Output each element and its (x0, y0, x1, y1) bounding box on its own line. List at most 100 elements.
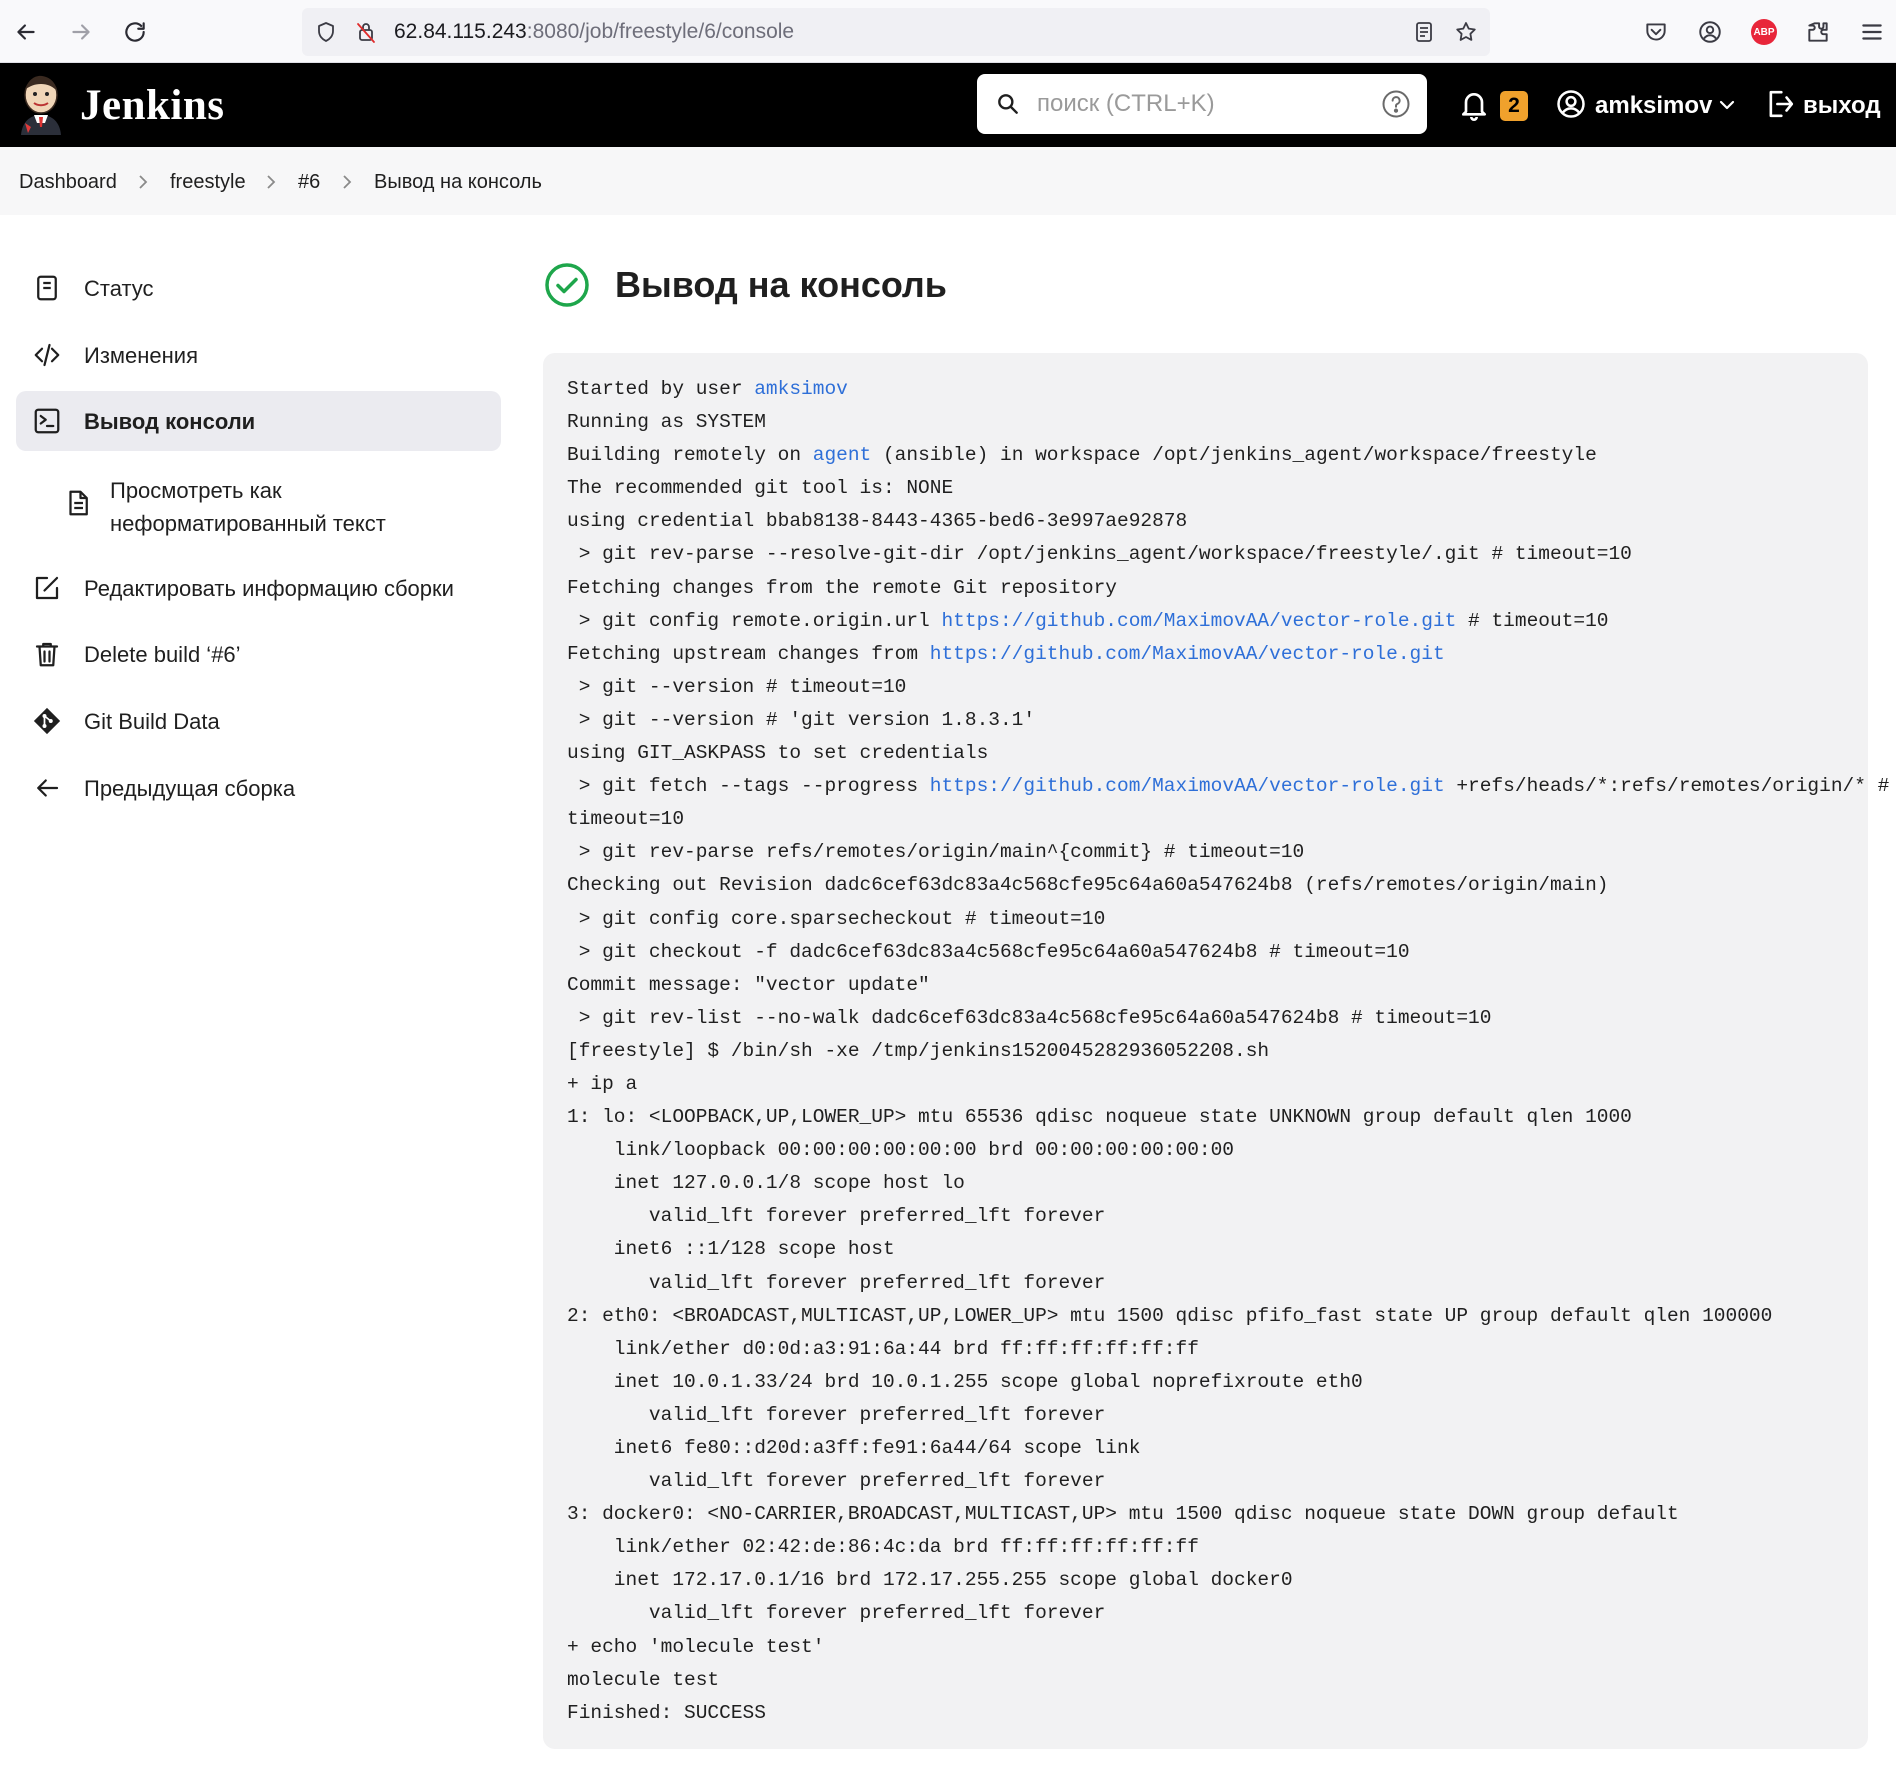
console-line: Commit message: "vector update" (567, 969, 1844, 1002)
bell-icon[interactable] (1458, 87, 1490, 123)
menu-icon[interactable] (1856, 16, 1888, 48)
user-icon[interactable] (1556, 89, 1586, 119)
sidebar-item-plain-text[interactable]: Просмотреть как неформатированный текст (55, 470, 495, 542)
console-text: (ansible) in workspace /opt/jenkins_agen… (871, 444, 1597, 467)
arrow-right-icon (72, 24, 90, 40)
insecure-lock-icon[interactable] (352, 18, 380, 46)
console-line: using GIT_ASKPASS to set credentials (567, 737, 1844, 770)
reader-view-icon[interactable] (1410, 18, 1438, 46)
chevron-down-icon[interactable] (1718, 98, 1736, 112)
jenkins-logo-icon[interactable] (16, 73, 66, 135)
console-link[interactable]: https://github.com/MaximovAA/vector-role… (941, 610, 1456, 632)
console-text: 2: eth0: <BROADCAST,MULTICAST,UP,LOWER_U… (567, 1304, 1773, 1327)
git-icon (33, 707, 61, 735)
chevron-right-icon (343, 175, 352, 189)
console-link[interactable]: https://github.com/MaximovAA/vector-role… (930, 643, 1445, 665)
sidebar-item-changes[interactable]: Изменения (16, 325, 501, 385)
jenkins-brand[interactable]: Jenkins (80, 81, 225, 130)
reload-icon (125, 22, 145, 42)
breadcrumb-dashboard[interactable]: Dashboard (19, 171, 117, 194)
reload-button[interactable] (117, 14, 153, 50)
logout-icon[interactable] (1764, 87, 1796, 121)
console-link[interactable]: amksimov (754, 378, 848, 400)
sidebar-item-git-build-data[interactable]: Git Build Data (16, 691, 501, 751)
console-line: + ip a (567, 1068, 1844, 1101)
console-line: > git --version # 'git version 1.8.3.1' (567, 704, 1844, 737)
breadcrumb-freestyle[interactable]: freestyle (170, 171, 246, 194)
search-input[interactable] (1037, 84, 1357, 124)
console-text: inet 172.17.0.1/16 brd 172.17.255.255 sc… (567, 1569, 1293, 1592)
console-line: > git rev-list --no-walk dadc6cef63dc83a… (567, 1002, 1844, 1035)
console-line: The recommended git tool is: NONE (567, 472, 1844, 505)
console-text: valid_lft forever preferred_lft forever (567, 1470, 1106, 1493)
console-link[interactable]: agent (813, 444, 872, 466)
console-line: valid_lft forever preferred_lft forever (567, 1597, 1844, 1630)
bookmark-star-icon[interactable] (1452, 18, 1480, 46)
console-line: Running as SYSTEM (567, 406, 1844, 439)
url-text[interactable]: 62.84.115.243:8080/job/freestyle/6/conso… (394, 20, 794, 44)
console-line: + echo 'molecule test' (567, 1631, 1844, 1664)
chevron-right-icon (139, 175, 148, 189)
console-line: inet 10.0.1.33/24 brd 10.0.1.255 scope g… (567, 1366, 1844, 1399)
success-check-icon (545, 263, 589, 307)
sidebar-item-status[interactable]: Статус (16, 258, 501, 318)
console-line: inet 172.17.0.1/16 brd 172.17.255.255 sc… (567, 1564, 1844, 1597)
console-line: [freestyle] $ /bin/sh -xe /tmp/jenkins15… (567, 1035, 1844, 1068)
console-line: valid_lft forever preferred_lft forever (567, 1465, 1844, 1498)
console-text: The recommended git tool is: NONE (567, 477, 954, 500)
address-bar[interactable]: 62.84.115.243:8080/job/freestyle/6/conso… (302, 8, 1490, 56)
account-icon[interactable] (1694, 16, 1726, 48)
console-text: 1: lo: <LOOPBACK,UP,LOWER_UP> mtu 65536 … (567, 1106, 1632, 1129)
sidebar-item-delete-build[interactable]: Delete build ‘#6’ (16, 624, 501, 684)
console-text: link/ether d0:0d:a3:91:6a:44 brd ff:ff:f… (567, 1337, 1199, 1360)
extensions-icon[interactable] (1802, 16, 1834, 48)
sidebar-item-label: Delete build ‘#6’ (84, 642, 241, 667)
console-text: molecule test (567, 1668, 720, 1691)
search-box[interactable] (977, 74, 1427, 134)
console-text: Started by user (567, 378, 755, 400)
sidebar-item-edit-build-info[interactable]: Редактировать информацию сборки (16, 558, 501, 618)
console-text: valid_lft forever preferred_lft forever (567, 1403, 1106, 1426)
sidebar-item-previous-build[interactable]: Предыдущая сборка (16, 758, 501, 818)
arrow-left-icon (17, 24, 35, 40)
back-button[interactable] (8, 14, 44, 50)
console-text: +refs/heads/*:refs/remotes/origin/* # (1444, 775, 1890, 798)
console-line: inet 127.0.0.1/8 scope host lo (567, 1167, 1844, 1200)
console-line: using credential bbab8138-8443-4365-bed6… (567, 505, 1844, 538)
console-line: Fetching changes from the remote Git rep… (567, 572, 1844, 605)
pocket-icon[interactable] (1640, 16, 1672, 48)
console-text: 3: docker0: <NO-CARRIER,BROADCAST,MULTIC… (567, 1503, 1679, 1526)
jenkins-header: Jenkins 2 amksimov выход (0, 63, 1896, 147)
console-line: timeout=10 (567, 803, 1844, 836)
help-icon[interactable] (1381, 89, 1411, 119)
console-text: + echo 'molecule test' (567, 1635, 825, 1658)
console-line: inet6 ::1/128 scope host (567, 1233, 1844, 1266)
console-text: using GIT_ASKPASS to set credentials (567, 742, 989, 765)
breadcrumb-console[interactable]: Вывод на консоль (374, 171, 542, 194)
console-line: Checking out Revision dadc6cef63dc83a4c5… (567, 869, 1844, 902)
breadcrumb-build[interactable]: #6 (298, 171, 320, 194)
console-line: link/ether d0:0d:a3:91:6a:44 brd ff:ff:f… (567, 1333, 1844, 1366)
chevron-right-icon (267, 175, 276, 189)
shield-icon[interactable] (312, 18, 340, 46)
console-text: + ip a (567, 1072, 638, 1095)
adblock-plus-icon[interactable]: ABP (1748, 16, 1780, 48)
console-link[interactable]: https://github.com/MaximovAA/vector-role… (930, 775, 1445, 797)
console-line: molecule test (567, 1664, 1844, 1697)
console-text: valid_lft forever preferred_lft forever (567, 1205, 1106, 1228)
notifications-badge[interactable]: 2 (1500, 91, 1528, 121)
console-text: Checking out Revision dadc6cef63dc83a4c5… (567, 874, 1609, 897)
sidebar-item-console-output[interactable]: Вывод консоли (16, 391, 501, 451)
console-text: > git rev-parse --resolve-git-dir /opt/j… (567, 543, 1632, 566)
forward-button[interactable] (63, 14, 99, 50)
console-line: valid_lft forever preferred_lft forever (567, 1200, 1844, 1233)
console-line: > git config remote.origin.url https://g… (567, 605, 1844, 638)
console-text: > git --version # timeout=10 (567, 675, 907, 698)
console-text: > git rev-parse refs/remotes/origin/main… (567, 841, 1305, 864)
console-line: > git config core.sparsecheckout # timeo… (567, 903, 1844, 936)
url-path: :8080/job/freestyle/6/console (526, 20, 795, 43)
console-text: inet 127.0.0.1/8 scope host lo (567, 1172, 965, 1195)
console-text: > git checkout -f dadc6cef63dc83a4c568cf… (567, 940, 1410, 963)
user-menu-button[interactable]: amksimov (1595, 92, 1712, 120)
logout-link[interactable]: выход (1803, 92, 1881, 120)
